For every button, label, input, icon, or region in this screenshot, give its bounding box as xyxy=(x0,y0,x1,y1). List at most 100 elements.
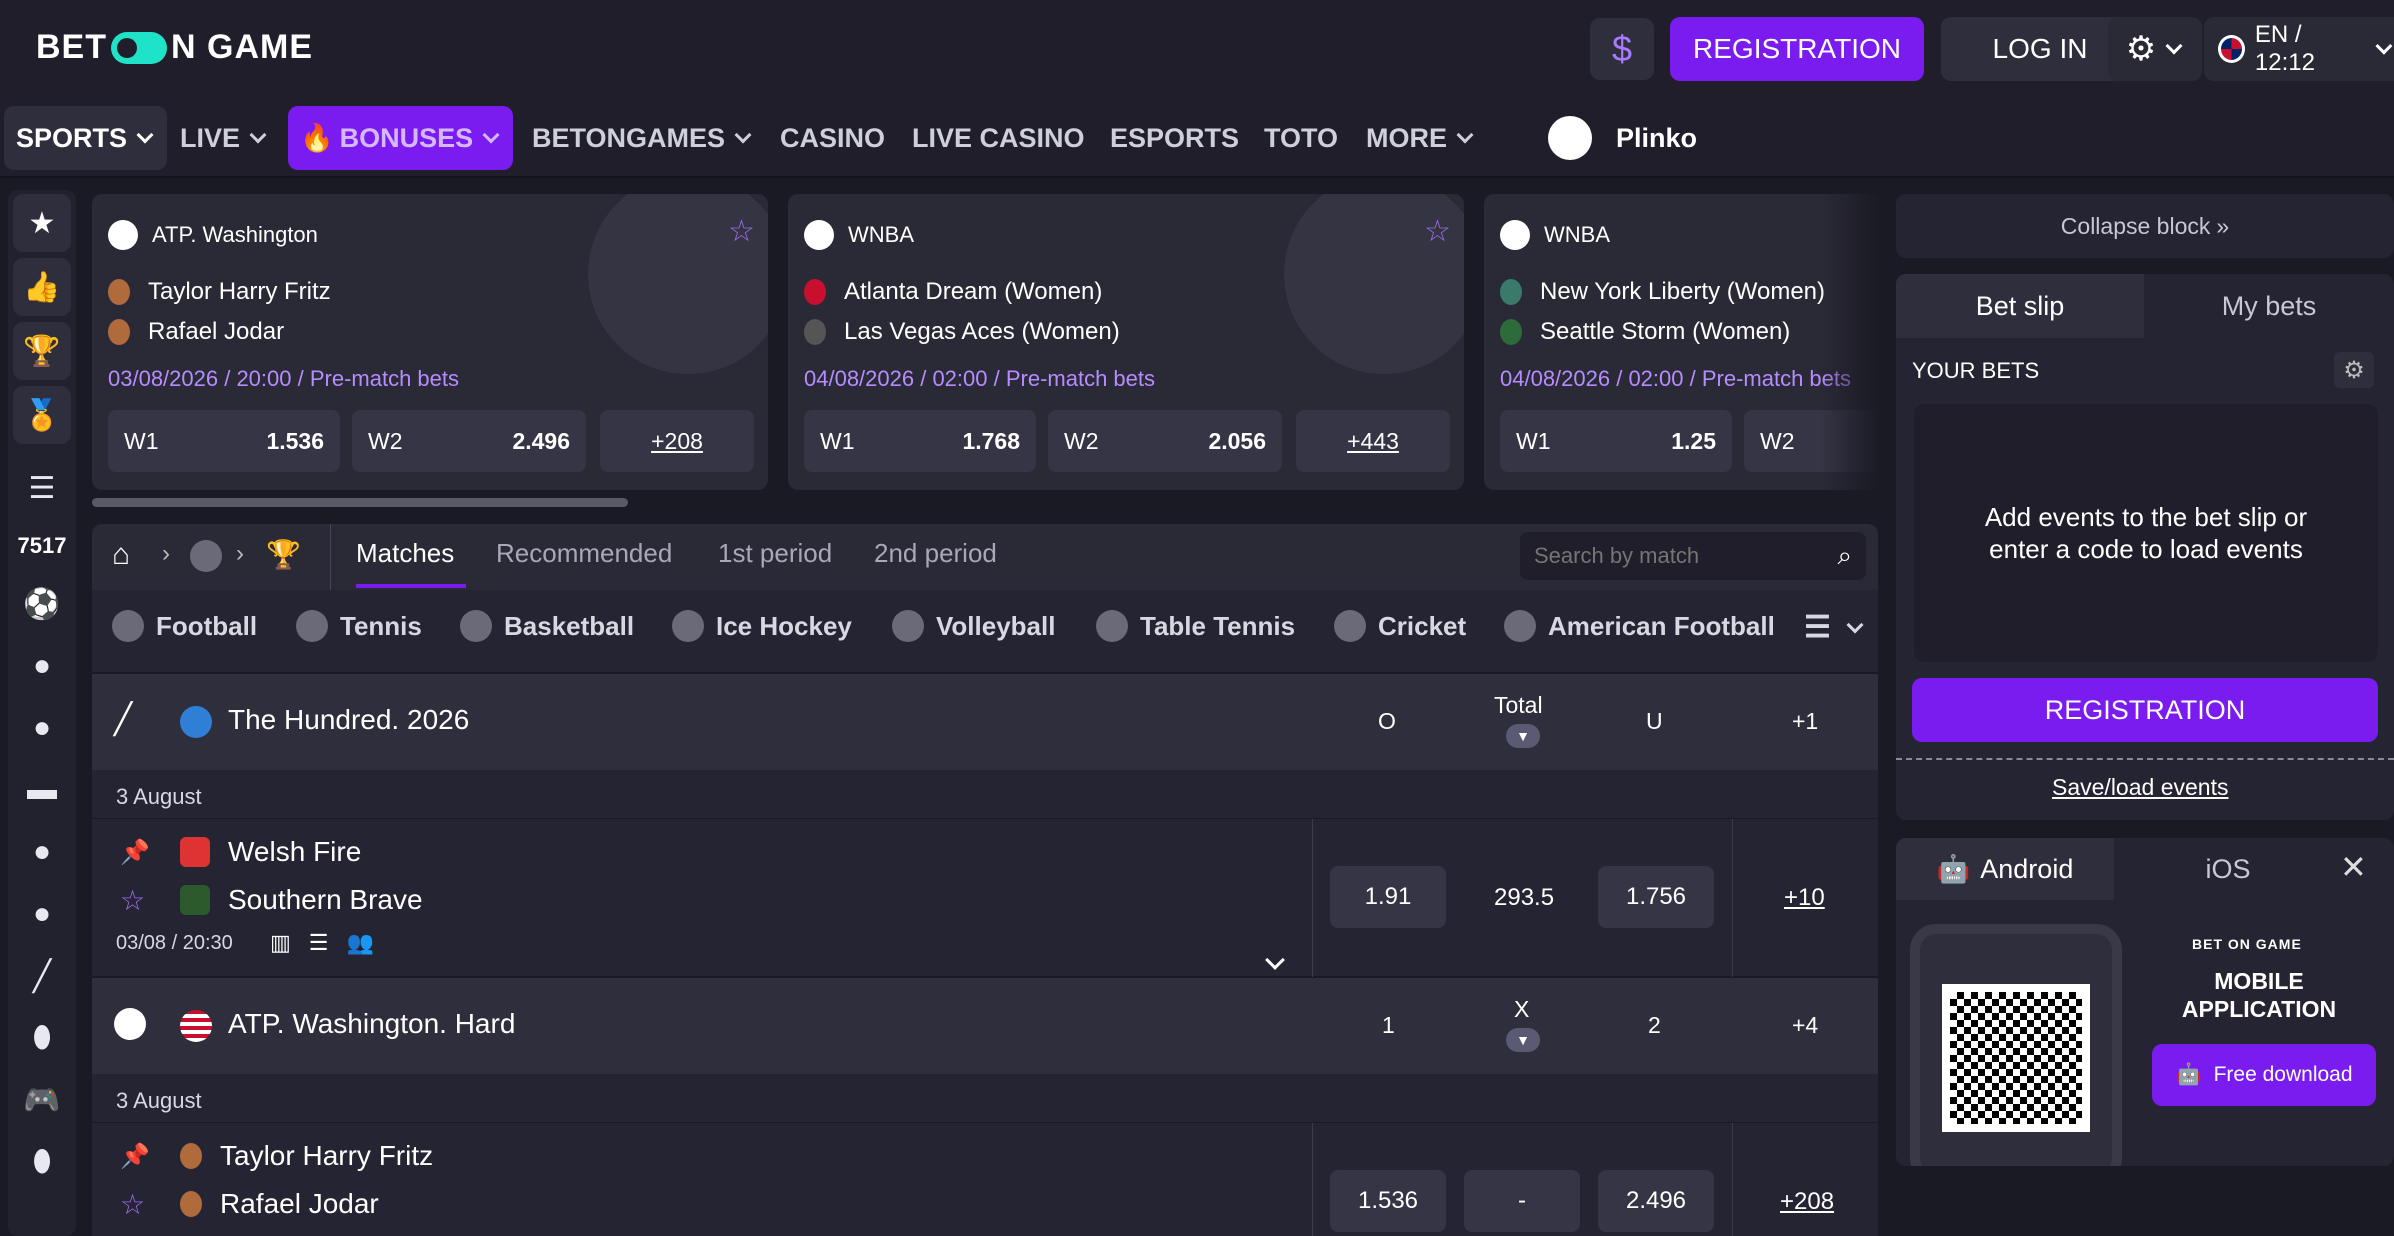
more-sports-button[interactable]: ☰ xyxy=(1804,610,1865,645)
qr-code[interactable] xyxy=(1942,984,2090,1132)
football-icon[interactable]: ⚽ xyxy=(13,576,71,632)
logo[interactable]: BET N GAME xyxy=(36,28,313,67)
card-league: WNBA xyxy=(804,220,914,250)
save-load-events-link[interactable]: Save/load events xyxy=(2052,774,2228,801)
more-count[interactable]: +4 xyxy=(1792,1012,1818,1039)
event-card[interactable]: WNBA ☆ Atlanta Dream (Women) Las Vegas A… xyxy=(788,194,1464,490)
nav-live-casino[interactable]: LIVE CASINO xyxy=(900,106,1097,170)
esports-icon[interactable]: 🎮 xyxy=(13,1072,71,1128)
chevron-down-icon[interactable]: ▼ xyxy=(1506,1028,1540,1052)
settings-button[interactable]: ⚙ xyxy=(2108,17,2202,81)
team-1: Taylor Harry Fritz xyxy=(108,278,331,306)
search-box[interactable]: ⌕ xyxy=(1520,532,1866,580)
trophy-icon[interactable]: 🏆 xyxy=(13,322,71,380)
nav-more[interactable]: MORE xyxy=(1354,106,1487,170)
table-tennis-icon[interactable]: ● xyxy=(13,886,71,942)
star-icon[interactable]: ☆ xyxy=(120,884,145,917)
registration-button[interactable]: REGISTRATION xyxy=(1670,17,1924,81)
odd-button[interactable]: W1 1.536 xyxy=(108,410,340,472)
search-input[interactable] xyxy=(1534,543,1814,569)
sport-basketball[interactable]: Basketball xyxy=(460,610,634,642)
award-icon[interactable]: 🏅 xyxy=(13,386,71,444)
tennis-icon[interactable]: ● xyxy=(13,638,71,694)
star-icon[interactable]: ☆ xyxy=(120,1188,145,1221)
more-markets-link[interactable]: +443 xyxy=(1296,410,1450,472)
sport-table-tennis[interactable]: Table Tennis xyxy=(1096,610,1295,642)
tab-1st-period[interactable]: 1st period xyxy=(718,538,832,569)
odd-button[interactable]: W1 1.768 xyxy=(804,410,1036,472)
chevron-down-icon[interactable] xyxy=(1262,950,1286,972)
favorites-icon[interactable]: ★ xyxy=(13,194,71,252)
language-selector[interactable]: EN / 12:12 xyxy=(2204,17,2394,81)
sport-tennis[interactable]: Tennis xyxy=(296,610,422,642)
nav-sports[interactable]: SPORTS xyxy=(4,106,168,170)
android-icon: 🤖 xyxy=(2175,1063,2202,1086)
tab-my-bets[interactable]: My bets xyxy=(2144,274,2394,338)
more-count[interactable]: +1 xyxy=(1792,708,1818,735)
thumbs-up-icon[interactable]: 👍 xyxy=(13,258,71,316)
more-markets-link[interactable]: +208 xyxy=(600,410,754,472)
free-download-button[interactable]: 🤖 Free download xyxy=(2152,1044,2376,1106)
search-icon[interactable]: ⌕ xyxy=(1837,540,1852,572)
ice-hockey-icon[interactable]: ▬ xyxy=(13,762,71,818)
gear-icon[interactable]: ⚙ xyxy=(2334,352,2374,388)
star-icon[interactable]: ☆ xyxy=(1424,214,1451,249)
chevron-down-icon[interactable]: ▼ xyxy=(1506,724,1540,748)
team-logo xyxy=(804,279,826,305)
home-icon[interactable]: ⌂ xyxy=(112,538,130,572)
more-markets-link[interactable]: +208 xyxy=(1780,1188,1834,1216)
tab-ios[interactable]: iOS xyxy=(2114,838,2332,900)
nav-betongames[interactable]: BETONGAMES xyxy=(520,106,765,170)
stats-icon[interactable]: ▥ xyxy=(270,930,291,956)
pin-icon[interactable]: 📌 xyxy=(120,1142,150,1171)
star-icon[interactable]: ☆ xyxy=(728,214,755,249)
sport-american-football[interactable]: American Football xyxy=(1504,610,1775,642)
odd-button[interactable]: W2 2.496 xyxy=(352,410,586,472)
odd-button[interactable]: 1.536 xyxy=(1330,1170,1446,1232)
list-icon[interactable]: ☰ xyxy=(309,930,329,956)
team-name: Taylor Harry Fritz xyxy=(220,1140,434,1171)
odd-button[interactable]: 2.496 xyxy=(1598,1170,1714,1232)
trophy-icon[interactable]: 🏆 xyxy=(266,538,301,571)
betslip-registration-button[interactable]: REGISTRATION xyxy=(1912,678,2378,742)
close-icon[interactable]: ✕ xyxy=(2340,848,2367,886)
event-card[interactable]: ATP. Washington ☆ Taylor Harry Fritz Raf… xyxy=(92,194,768,490)
odd-button[interactable]: W1 1.25 xyxy=(1500,410,1732,472)
event-card[interactable]: WNBA New York Liberty (Women) Seattle St… xyxy=(1484,194,1880,490)
collapse-block-button[interactable]: Collapse block» xyxy=(1896,194,2394,258)
deposit-button[interactable]: $ xyxy=(1590,18,1654,80)
tab-matches[interactable]: Matches xyxy=(356,538,454,569)
pin-icon[interactable]: 📌 xyxy=(120,838,150,867)
sport-cricket[interactable]: Cricket xyxy=(1334,610,1466,642)
cricket-icon[interactable]: ╱ xyxy=(13,948,71,1004)
tab-bet-slip[interactable]: Bet slip xyxy=(1896,274,2144,338)
nav-toto[interactable]: TOTO xyxy=(1252,106,1350,170)
odd-button[interactable]: - xyxy=(1464,1170,1580,1232)
nav-esports[interactable]: ESPORTS xyxy=(1098,106,1251,170)
volleyball-icon[interactable]: ● xyxy=(13,824,71,880)
football-icon[interactable] xyxy=(190,540,222,572)
tab-2nd-period[interactable]: 2nd period xyxy=(874,538,997,569)
odd-button[interactable]: 1.91 xyxy=(1330,866,1446,928)
odd-button[interactable]: W2 2.056 xyxy=(1048,410,1282,472)
lineup-icon[interactable]: 👥 xyxy=(347,930,374,956)
col-header-market[interactable]: Total xyxy=(1494,692,1543,719)
nav-plinko[interactable]: Plinko xyxy=(1536,106,1709,170)
sport-football[interactable]: Football xyxy=(112,610,257,642)
tab-recommended[interactable]: Recommended xyxy=(496,538,672,569)
sport-volleyball[interactable]: Volleyball xyxy=(892,610,1055,642)
american-football-icon[interactable]: ⬮ xyxy=(13,1010,71,1066)
menu-icon[interactable]: ☰ xyxy=(13,460,71,516)
nav-bonuses[interactable]: 🔥 BONUSES xyxy=(288,106,514,170)
more-markets-link[interactable]: +10 xyxy=(1784,884,1825,912)
odd-button[interactable]: 1.756 xyxy=(1598,866,1714,928)
col-header-market[interactable]: X xyxy=(1514,996,1529,1023)
basketball-icon[interactable]: ● xyxy=(13,700,71,756)
cards-scrollbar[interactable] xyxy=(92,498,628,507)
rugby-icon[interactable]: ⬮ xyxy=(13,1134,71,1190)
nav-live[interactable]: LIVE xyxy=(168,106,280,170)
sport-ice-hockey[interactable]: Ice Hockey xyxy=(672,610,852,642)
odd-value: 1.536 xyxy=(266,427,324,454)
nav-casino[interactable]: CASINO xyxy=(768,106,897,170)
tab-android[interactable]: 🤖 Android xyxy=(1896,838,2114,900)
